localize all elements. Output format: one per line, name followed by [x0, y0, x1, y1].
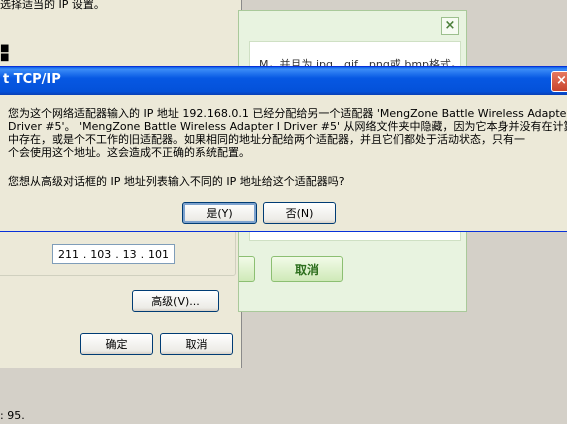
advanced-button[interactable]: 高级(V)...	[132, 290, 219, 312]
ip-octet-2: 103	[90, 247, 112, 261]
message-line: 中存在，或是个不工作的旧适配器。如果相同的地址分配给两个适配器，并且它们都处于活…	[8, 133, 525, 146]
close-icon[interactable]: ×	[551, 71, 567, 92]
ip-octet-4: 101	[147, 247, 169, 261]
confirm-button[interactable]	[239, 256, 255, 282]
status-text: : 95.	[0, 409, 25, 422]
upload-cancel-button[interactable]: 取消	[271, 256, 343, 282]
cancel-button[interactable]: 取消	[160, 333, 233, 355]
message-line: 个会使用这个地址。这会造成不正确的系统配置。	[8, 146, 250, 159]
ok-button[interactable]: 确定	[80, 333, 153, 355]
ip-octet-1: 211	[57, 247, 79, 261]
no-button[interactable]: 否(N)	[263, 202, 336, 224]
ip-address-field[interactable]: 211 . 103 . 13 . 101	[52, 244, 175, 264]
close-icon[interactable]: ×	[441, 17, 459, 35]
message-line: 您为这个网络适配器输入的 IP 地址 192.168.0.1 已经分配给另一个适…	[8, 107, 567, 120]
dialog-message: 您为这个网络适配器输入的 IP 地址 192.168.0.1 已经分配给另一个适…	[8, 107, 567, 159]
dialog-question: 您想从高级对话框的 IP 地址列表输入不同的 IP 地址给这个适配器吗?	[8, 175, 345, 188]
ip-dot: .	[115, 247, 119, 261]
ip-conflict-dialog: t TCP/IP × 您为这个网络适配器输入的 IP 地址 192.168.0.…	[0, 66, 567, 232]
ip-dot: .	[82, 247, 87, 261]
ip-octet-3: 13	[122, 247, 137, 261]
dialog-title: t TCP/IP	[0, 67, 567, 95]
properties-description: 选择适当的 IP 设置。	[0, 0, 105, 11]
ip-dot: .	[140, 247, 145, 261]
bullet-mark: ■	[0, 52, 10, 63]
yes-button[interactable]: 是(Y)	[182, 202, 257, 224]
message-line: Driver #5'。 'MengZone Battle Wireless Ad…	[8, 120, 567, 133]
